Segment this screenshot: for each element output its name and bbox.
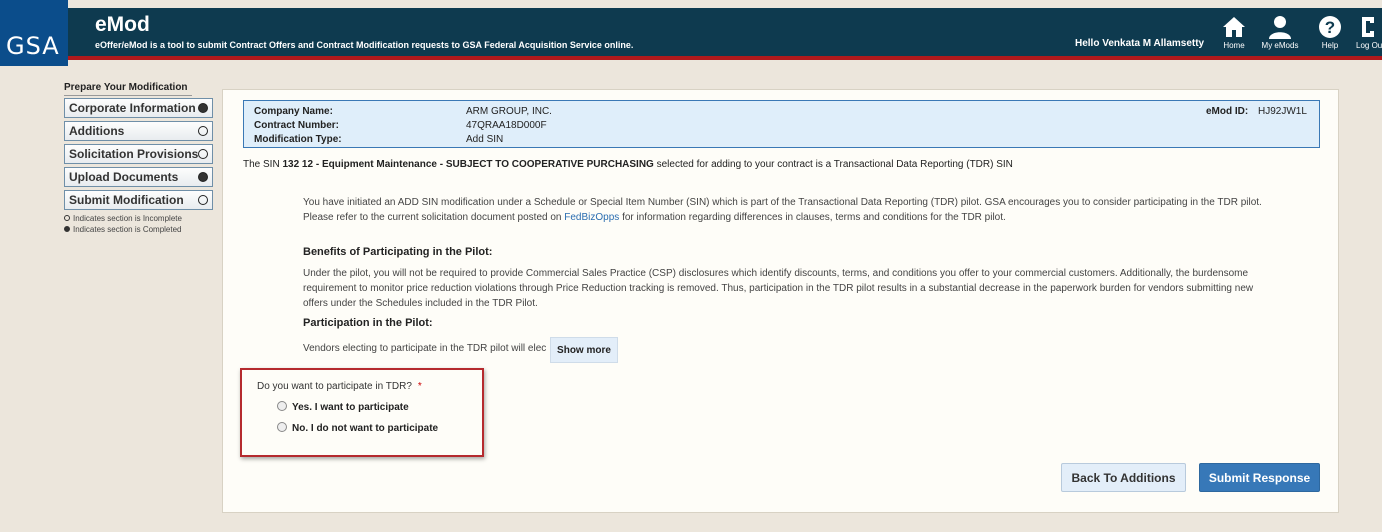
company-name-value: ARM GROUP, INC. — [466, 106, 552, 117]
help-label: Help — [1321, 41, 1339, 50]
company-name-label: Company Name: — [254, 106, 333, 117]
tdr-yes-label: Yes. I want to participate — [292, 402, 409, 413]
benefits-heading: Benefits of Participating in the Pilot: — [303, 246, 493, 258]
tdr-yes-radio[interactable] — [277, 401, 287, 411]
main-panel: Company Name: ARM GROUP, INC. Contract N… — [222, 89, 1339, 513]
sin-name: 132 12 - Equipment Maintenance - SUBJECT… — [282, 159, 654, 170]
completed-status-icon — [198, 103, 208, 113]
fedbizopps-link[interactable]: FedBizOpps — [564, 212, 619, 223]
tdr-question: Do you want to participate in TDR? * — [257, 381, 422, 392]
user-icon — [1269, 16, 1291, 39]
help-icon: ? — [1319, 16, 1341, 38]
my-emods-button[interactable]: My eMods — [1258, 15, 1302, 55]
sidebar-item-label: Corporate Information — [69, 101, 196, 115]
logout-label: Log Out — [1356, 41, 1382, 50]
legend-completed-text: Indicates section is Completed — [73, 225, 182, 234]
sidebar-item-label: Upload Documents — [69, 170, 179, 184]
participation-text: Vendors electing to participate in the T… — [303, 343, 547, 354]
home-button[interactable]: Home — [1212, 15, 1256, 55]
tdr-no-option[interactable]: No. I do not want to participate — [277, 422, 438, 434]
modification-type-label: Modification Type: — [254, 134, 342, 145]
sin-notice-prefix: The SIN — [243, 159, 283, 170]
tdr-no-label: No. I do not want to participate — [292, 423, 439, 434]
logout-button[interactable]: Log Out — [1356, 15, 1382, 55]
sidebar-item-label: Additions — [69, 124, 125, 138]
legend-incomplete-text: Indicates section is Incomplete — [73, 214, 182, 223]
my-emods-label: My eMods — [1261, 41, 1299, 50]
tdr-intro-text: You have initiated an ADD SIN modificati… — [303, 195, 1263, 225]
user-greeting: Hello Venkata M Allamsetty — [1075, 38, 1205, 49]
tdr-yes-option[interactable]: Yes. I want to participate — [277, 401, 409, 413]
sin-notice-suffix: selected for adding to your contract is … — [653, 159, 1013, 170]
sidebar-item-submit-modification[interactable]: Submit Modification — [64, 190, 213, 210]
tdr-no-radio[interactable] — [277, 422, 287, 432]
incomplete-status-icon — [198, 149, 208, 159]
participation-heading: Participation in the Pilot: — [303, 317, 433, 329]
sidebar-heading: Prepare Your Modification — [64, 82, 192, 96]
tdr-question-box: Do you want to participate in TDR? * Yes.… — [240, 368, 484, 457]
incomplete-legend-icon — [64, 215, 70, 221]
sidebar-item-upload-documents[interactable]: Upload Documents — [64, 167, 213, 187]
sidebar-item-corporate-information[interactable]: Corporate Information — [64, 98, 213, 118]
back-to-additions-button[interactable]: Back To Additions — [1061, 463, 1186, 492]
tdr-question-text: Do you want to participate in TDR? — [257, 381, 412, 392]
sidebar-item-additions[interactable]: Additions — [64, 121, 213, 141]
svg-text:?: ? — [1325, 18, 1335, 37]
intro-part2: for information regarding differences in… — [619, 212, 1006, 223]
home-icon — [1223, 17, 1245, 37]
emod-id-value: HJ92JW1L — [1258, 106, 1307, 117]
sidebar-item-solicitation-provisions[interactable]: Solicitation Provisions — [64, 144, 213, 164]
help-button[interactable]: ? Help — [1308, 15, 1352, 55]
required-marker: * — [417, 381, 422, 392]
gsa-logo[interactable]: GSA — [0, 0, 68, 66]
app-header: eMod eOffer/eMod is a tool to submit Con… — [0, 8, 1382, 60]
sidebar-item-label: Submit Modification — [69, 193, 184, 207]
modification-type-value: Add SIN — [466, 134, 504, 145]
benefits-text: Under the pilot, you will not be require… — [303, 268, 1254, 309]
incomplete-status-icon — [198, 126, 208, 136]
sidebar-item-label: Solicitation Provisions — [69, 147, 199, 161]
sidebar: Prepare Your Modification Corporate Info… — [64, 82, 214, 235]
home-label: Home — [1223, 41, 1245, 50]
status-legend: Indicates section is Incomplete Indicate… — [64, 213, 214, 235]
incomplete-status-icon — [198, 195, 208, 205]
contract-number-label: Contract Number: — [254, 120, 340, 131]
app-subtitle: eOffer/eMod is a tool to submit Contract… — [95, 40, 634, 50]
contract-number-value: 47QRAA18D000F — [466, 120, 547, 131]
completed-legend-icon — [64, 226, 70, 232]
app-title: eMod — [95, 13, 150, 36]
contract-info-box: Company Name: ARM GROUP, INC. Contract N… — [243, 100, 1320, 148]
logout-icon — [1362, 17, 1374, 37]
sin-notice: The SIN 132 12 - Equipment Maintenance -… — [243, 159, 1013, 170]
completed-status-icon — [198, 172, 208, 182]
show-more-button[interactable]: Show more — [550, 337, 618, 363]
submit-response-button[interactable]: Submit Response — [1199, 463, 1320, 492]
emod-id-label: eMod ID: — [1206, 106, 1249, 117]
